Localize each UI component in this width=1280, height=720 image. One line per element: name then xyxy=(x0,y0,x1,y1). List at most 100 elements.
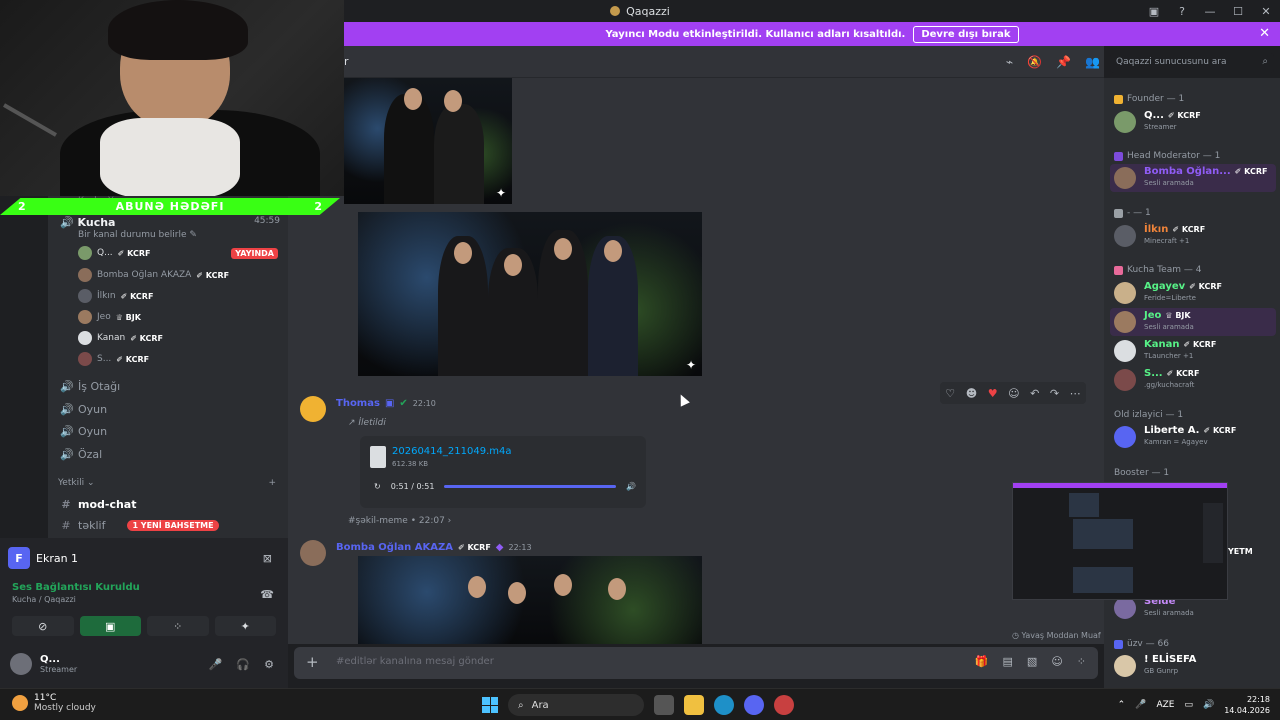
inbox-icon[interactable]: ▣ xyxy=(1140,5,1168,18)
microphone-icon[interactable]: 🎤 xyxy=(1135,700,1146,710)
disable-streamer-mode-button[interactable]: Devre dışı bırak xyxy=(913,25,1019,43)
avatar xyxy=(1114,311,1136,333)
close-button[interactable]: ✕ xyxy=(1252,5,1280,18)
member-item[interactable]: Agayev ✐ KCRF Feride=Liberte xyxy=(1110,279,1276,307)
member-item[interactable]: Bomba Oğlan... ✐ KCRF Sesli aramada xyxy=(1110,164,1276,192)
channel-mod-chat[interactable]: # mod-chat xyxy=(60,494,280,514)
activities-button[interactable]: ⁘ xyxy=(147,616,209,636)
hash-icon: # xyxy=(61,497,71,511)
new-mention-badge[interactable]: 1 YENİ BAHSETME xyxy=(127,519,219,531)
voice-user[interactable]: Kanan ✐ KCRF xyxy=(78,329,278,347)
app-icon[interactable] xyxy=(774,695,794,715)
taskbar-search[interactable]: ⌕ Ara xyxy=(508,694,644,716)
image-attachment[interactable]: ✦ xyxy=(358,212,702,376)
minimize-button[interactable]: — xyxy=(1196,5,1224,18)
screen-share-panel[interactable]: F Ekran 1 ⊠ xyxy=(8,544,282,572)
camera-off-button[interactable]: ⊘ xyxy=(12,616,74,636)
screen-share-button[interactable]: ▣ xyxy=(79,616,141,636)
weather-widget[interactable]: 11°C Mostly cloudy xyxy=(12,693,96,713)
react-heart-icon[interactable]: ♡ xyxy=(945,387,955,400)
discord-icon[interactable] xyxy=(744,695,764,715)
audio-progress-bar[interactable] xyxy=(444,485,617,488)
banner-text: Yayıncı Modu etkinleştirildi. Kullanıcı … xyxy=(605,28,906,40)
avatar xyxy=(1114,597,1136,619)
channel-ozal[interactable]: 🔊 Özal xyxy=(60,444,280,464)
volume-icon[interactable]: 🔊 xyxy=(1203,700,1214,710)
maximize-button[interactable]: ☐ xyxy=(1224,5,1252,18)
edge-icon[interactable] xyxy=(714,695,734,715)
message-composer[interactable]: + #editlər kanalına mesaj gönder 🎁 ▤ ▧ ☺… xyxy=(294,647,1098,679)
message-author[interactable]: Thomas xyxy=(336,398,380,409)
channel-teklif[interactable]: # təklif 1 YENİ BAHSETME xyxy=(60,515,280,535)
react-emoji-icon[interactable]: ☻ xyxy=(966,387,977,400)
gift-icon[interactable]: 🎁 xyxy=(975,655,989,668)
add-channel-icon[interactable]: + xyxy=(268,478,276,488)
avatar[interactable] xyxy=(300,540,326,566)
voice-user[interactable]: Q... ✐ KCRF YAYINDA xyxy=(78,244,278,262)
more-icon[interactable]: ⋯ xyxy=(1070,387,1081,400)
task-view-icon[interactable] xyxy=(654,695,674,715)
reply-icon[interactable]: ↶ xyxy=(1030,387,1039,400)
member-item[interactable]: ! ELİSEFA GB Gunrp xyxy=(1110,652,1276,680)
emoji-icon[interactable]: ☺ xyxy=(1051,655,1062,668)
forward-source-link[interactable]: #şəkil-meme • 22:07 › xyxy=(348,516,451,526)
soundboard-button[interactable]: ✦ xyxy=(214,616,276,636)
file-name-link[interactable]: 20260414_211049.m4a xyxy=(392,446,511,457)
attach-plus-icon[interactable]: + xyxy=(306,653,319,671)
taskbar: 11°C Mostly cloudy ⌕ Ara ⌃ 🎤 AZE ▭ 🔊 22:1… xyxy=(0,688,1280,720)
headphones-icon[interactable]: 🎧 xyxy=(236,658,250,671)
image-attachment[interactable]: ✦ xyxy=(344,78,512,204)
channel-oyun[interactable]: 🔊 Oyun xyxy=(60,399,280,419)
start-icon[interactable] xyxy=(482,697,498,713)
language-indicator[interactable]: AZE xyxy=(1156,700,1174,710)
file-explorer-icon[interactable] xyxy=(684,695,704,715)
member-item[interactable]: Kanan ✐ KCRF TLauncher +1 xyxy=(1110,337,1276,365)
clock[interactable]: 22:18 14.04.2026 xyxy=(1224,694,1270,716)
threads-icon[interactable]: ⌁ xyxy=(1006,55,1013,69)
user-account[interactable]: Q... Streamer 🎤 🎧 ⚙ xyxy=(10,650,280,678)
microphone-icon[interactable]: 🎤 xyxy=(209,658,223,671)
react-heart-red-icon[interactable]: ♥ xyxy=(988,387,998,400)
member-list-icon[interactable]: 👥 xyxy=(1085,55,1100,69)
forward-icon[interactable]: ↷ xyxy=(1050,387,1059,400)
help-icon[interactable]: ? xyxy=(1168,5,1196,18)
voice-user[interactable]: Bomba Oğlan AKAZA ✐ KCRF xyxy=(78,266,278,284)
avatar[interactable] xyxy=(300,396,326,422)
display-icon[interactable]: ▭ xyxy=(1184,700,1193,710)
voice-user[interactable]: İlkın ✐ KCRF xyxy=(78,287,278,305)
sticker-icon[interactable]: ▧ xyxy=(1027,655,1037,668)
member-item[interactable]: Q... ✐ KCRF Streamer xyxy=(1110,108,1276,136)
banner-close-icon[interactable]: ✕ xyxy=(1259,26,1270,41)
member-group: Founder — 1 xyxy=(1114,94,1184,104)
stream-preview-popout[interactable] xyxy=(1012,482,1228,600)
stop-stream-icon[interactable]: ⊠ xyxy=(263,552,272,565)
member-item[interactable]: İlkın ✐ KCRF Minecraft +1 xyxy=(1110,222,1276,250)
connection-channel[interactable]: Kucha / Qaqazzi xyxy=(12,595,278,604)
member-item[interactable]: Jeo ♕ BJK Sesli aramada xyxy=(1110,308,1276,336)
channel-status[interactable]: Bir kanal durumu belirle ✎ xyxy=(78,230,197,240)
member-item[interactable]: Liberte A. ✐ KCRF Kamran = Agayev xyxy=(1110,423,1276,451)
category-yetkili[interactable]: Yetkili ⌄ + xyxy=(58,478,276,488)
notification-bell-icon[interactable]: 🔕 xyxy=(1027,55,1042,69)
add-reaction-icon[interactable]: ☺ xyxy=(1008,387,1019,400)
search-input[interactable]: Qaqazzi sunucusunu ara ⌕ xyxy=(1110,53,1274,73)
connection-status[interactable]: Ses Bağlantısı Kuruldu xyxy=(12,582,278,593)
message-input[interactable]: #editlər kanalına mesaj gönder xyxy=(336,656,494,667)
voice-user[interactable]: Jeo ♕ BJK xyxy=(78,308,278,326)
channel-is-otagi[interactable]: 🔊 İş Otağı xyxy=(60,376,280,396)
voice-channel-kucha[interactable]: 🔊 Kucha 45:59 xyxy=(60,216,280,229)
settings-gear-icon[interactable]: ⚙ xyxy=(264,658,274,671)
user-status: Streamer xyxy=(40,665,78,674)
apps-icon[interactable]: ⁘ xyxy=(1077,655,1086,668)
replay-icon[interactable]: ↻ xyxy=(374,482,381,491)
chevron-up-icon[interactable]: ⌃ xyxy=(1118,700,1126,710)
volume-icon[interactable]: 🔊 xyxy=(626,482,636,491)
member-item[interactable]: S... ✐ KCRF .gg/kuchacraft xyxy=(1110,366,1276,394)
channel-oyun[interactable]: 🔊 Oyun xyxy=(60,421,280,441)
gif-icon[interactable]: ▤ xyxy=(1003,655,1013,668)
voice-user[interactable]: S... ✐ KCRF xyxy=(78,350,278,368)
image-attachment[interactable] xyxy=(358,556,702,644)
disconnect-icon[interactable]: ☎ xyxy=(260,588,274,601)
message-author[interactable]: Bomba Oğlan AKAZA xyxy=(336,542,453,553)
pin-icon[interactable]: 📌 xyxy=(1056,55,1071,69)
